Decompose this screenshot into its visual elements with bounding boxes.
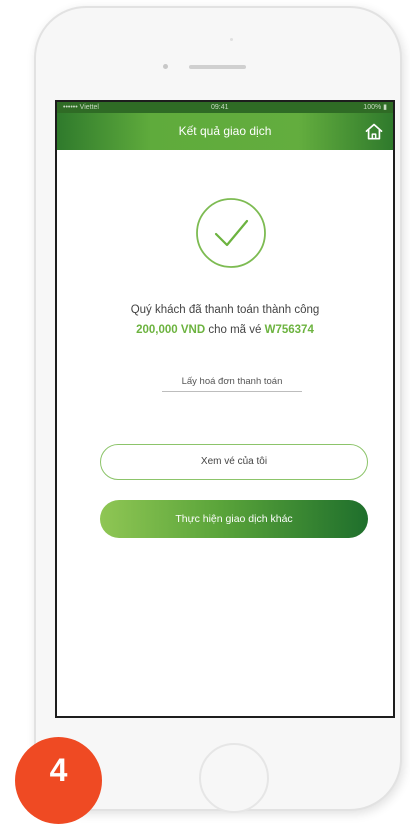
ticket-code-label: cho mã vé [205,324,265,336]
home-icon[interactable] [364,122,384,142]
app-header: Kết quả giao dịch [57,113,393,150]
status-bar: •••••• Viettel 09:41 100% ▮ [57,102,393,113]
page-title: Kết quả giao dịch [178,124,272,138]
app-screen: •••••• Viettel 09:41 100% ▮ Kết quả giao… [55,100,395,718]
battery-status: 100% ▮ [363,104,387,111]
earpiece-speaker [189,65,246,69]
success-message: Quý khách đã thanh toán thành công [130,304,320,316]
payment-detail: 200,000 VND cho mã vé W756374 [57,324,393,336]
front-camera [163,64,168,69]
step-number-badge: 4 [15,737,102,824]
new-transaction-button[interactable]: Thực hiện giao dịch khác [100,500,368,538]
phone-sensor [230,38,233,41]
view-my-tickets-button[interactable]: Xem vé của tôi [100,444,368,480]
paid-amount: 200,000 VND [136,324,206,336]
phone-home-button[interactable] [199,743,269,813]
check-circle-icon [196,198,266,268]
status-time: 09:41 [211,104,229,111]
get-invoice-link[interactable]: Lấy hoá đơn thanh toán [162,376,302,392]
ticket-code: W756374 [264,324,314,336]
carrier-signal: •••••• Viettel [63,104,99,111]
